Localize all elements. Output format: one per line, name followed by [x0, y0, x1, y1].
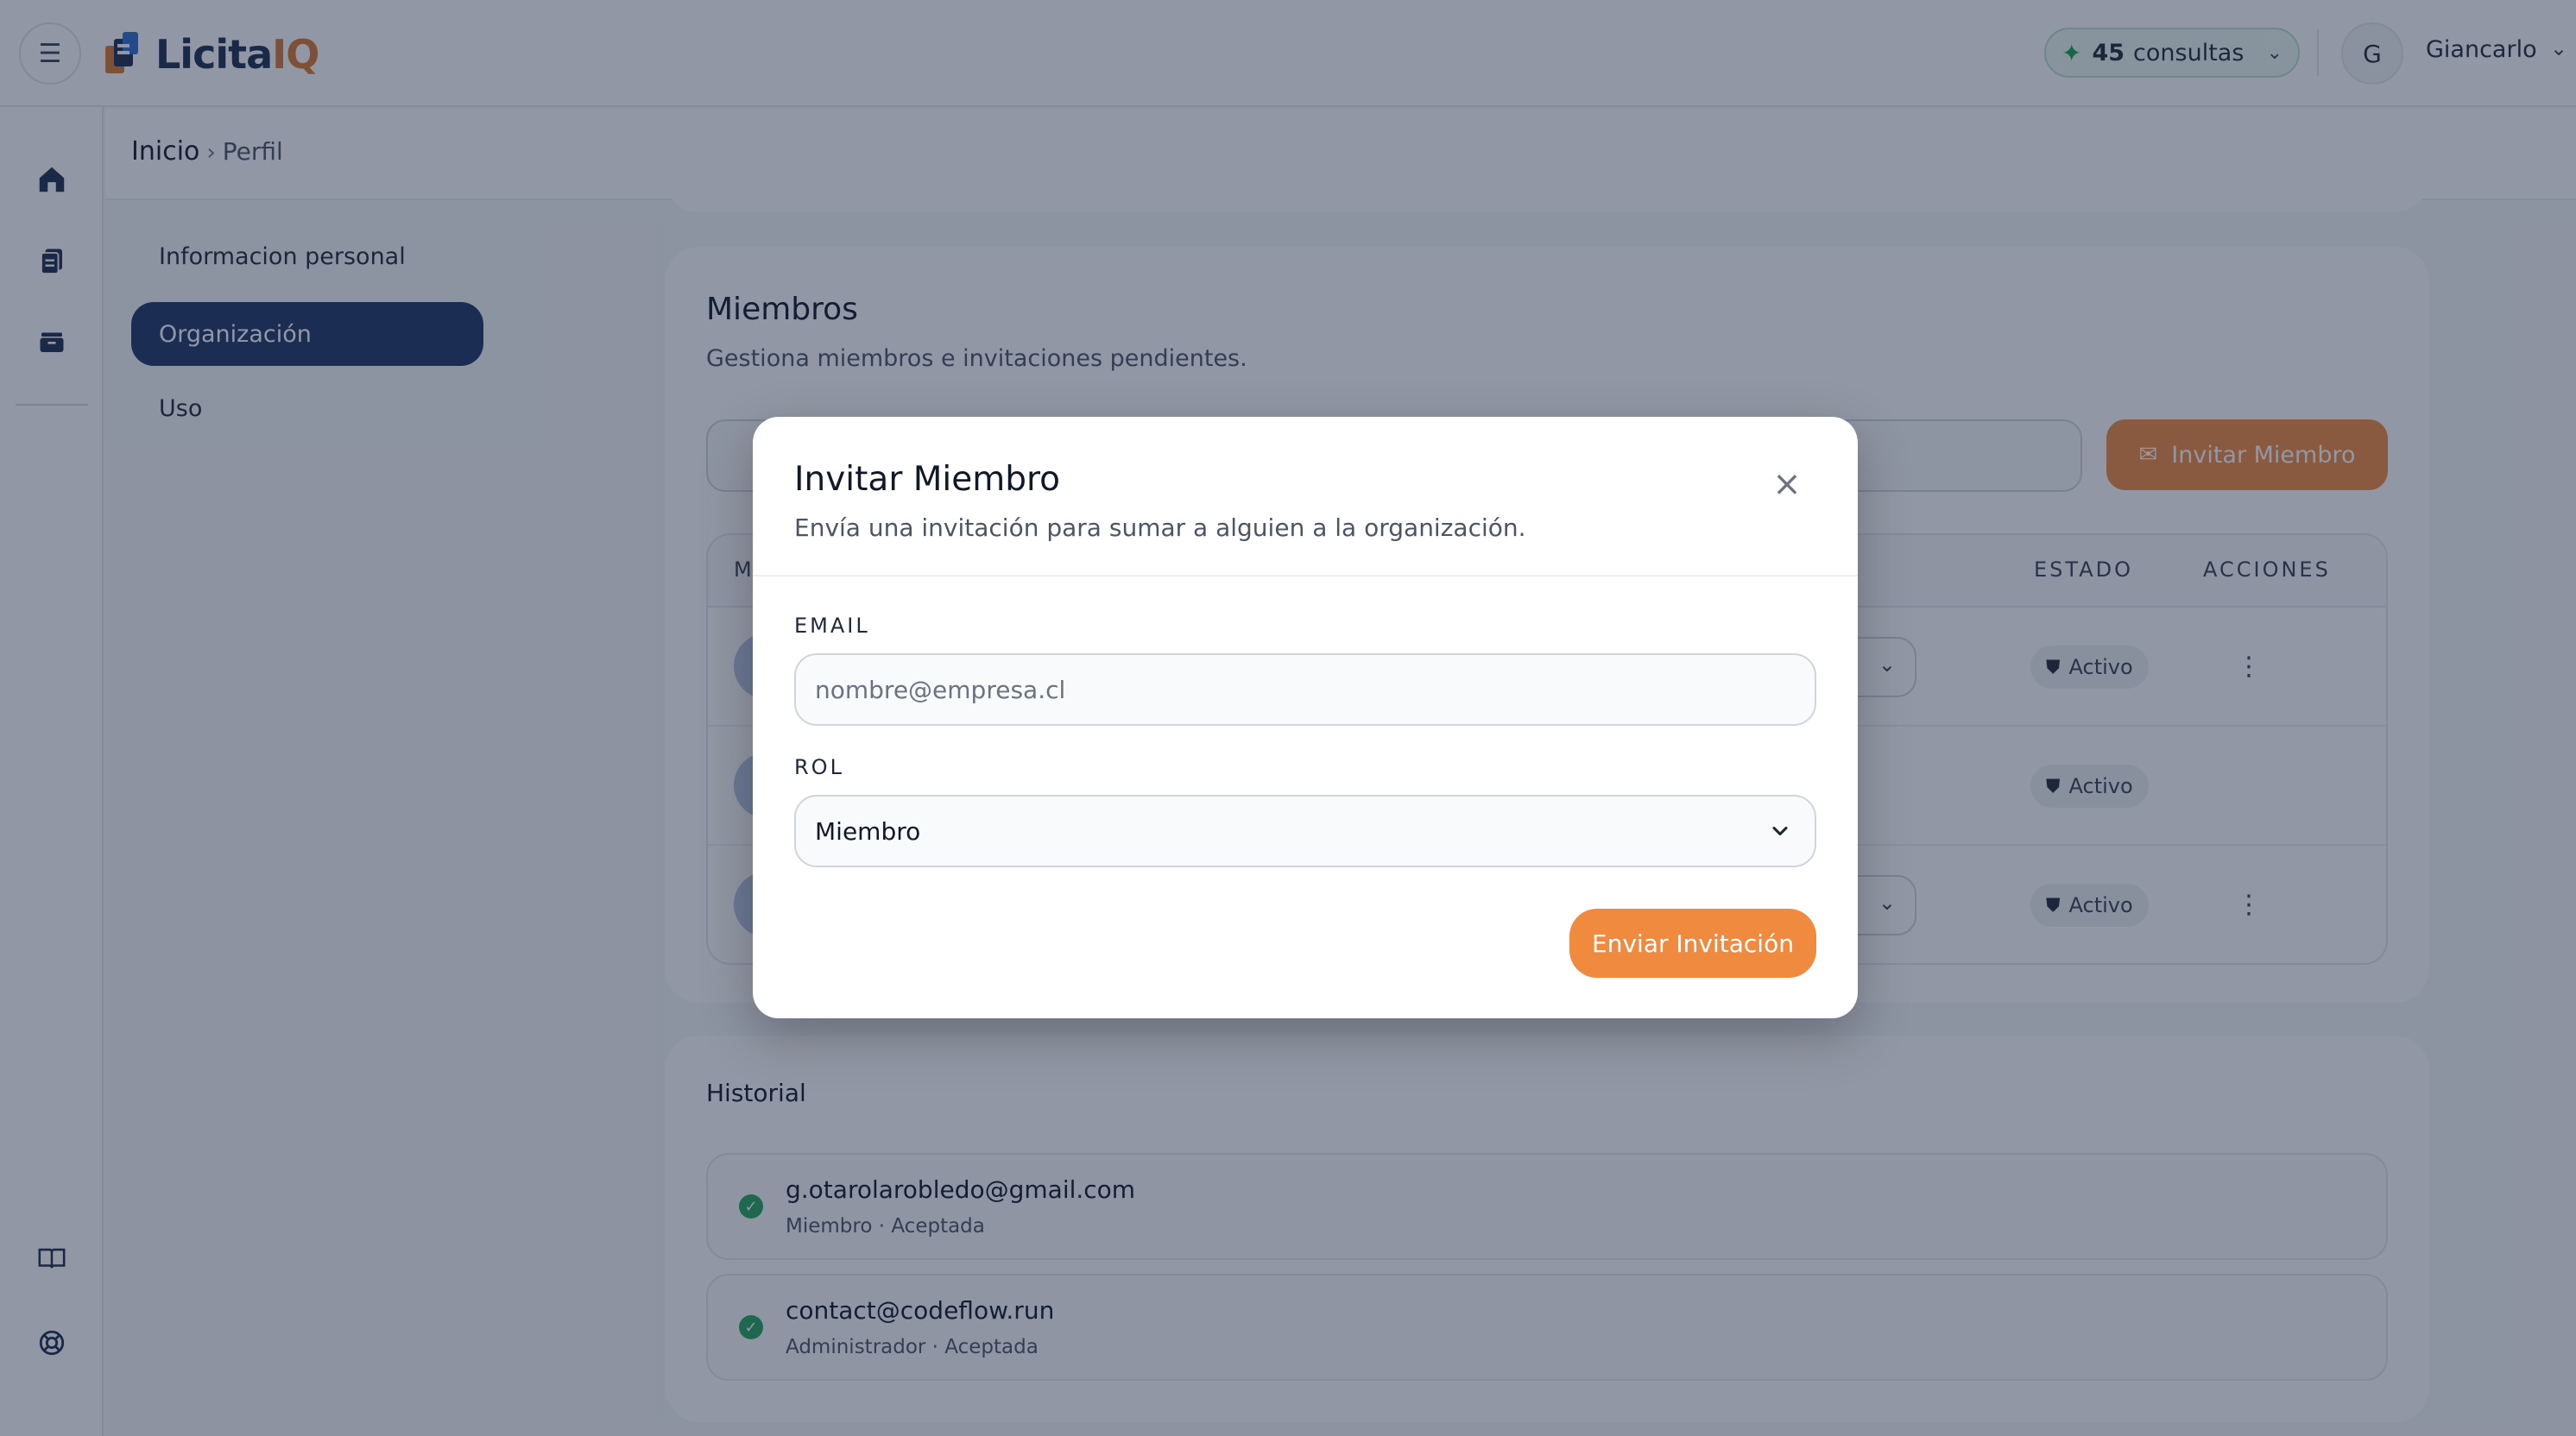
email-field[interactable]: [794, 653, 1816, 726]
dialog-divider: [753, 575, 1858, 576]
send-invitation-button[interactable]: Enviar Invitación: [1569, 909, 1816, 978]
close-icon[interactable]: ×: [1768, 464, 1806, 504]
chevron-down-icon: [1772, 826, 1788, 836]
dialog-title: Invitar Miembro: [794, 460, 1061, 499]
role-selected-value: Miembro: [815, 816, 921, 846]
app-root: ☰ LicitaIQ ✦ 45 consultas ⌄ G Giancarlo …: [0, 0, 2576, 1436]
dialog-subtitle: Envía una invitación para sumar a alguie…: [794, 513, 1526, 542]
role-dropdown[interactable]: Miembro: [794, 795, 1816, 867]
role-label: ROL: [794, 755, 844, 779]
invite-member-dialog: Invitar Miembro Envía una invitación par…: [753, 417, 1858, 1018]
email-label: EMAIL: [794, 614, 870, 638]
